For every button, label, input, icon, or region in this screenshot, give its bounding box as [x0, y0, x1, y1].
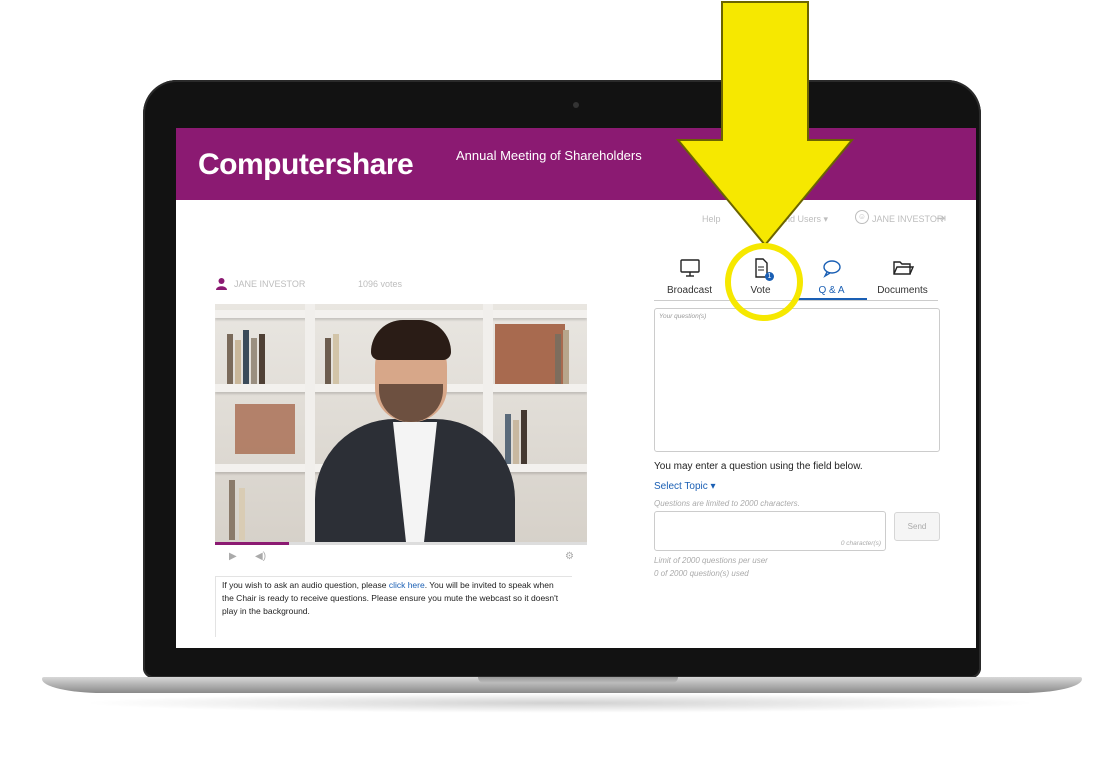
tab-broadcast[interactable]: Broadcast [654, 256, 725, 300]
logout-icon[interactable]: ⇥ [936, 211, 946, 225]
video-progress-fill [215, 542, 290, 545]
audio-question-note: If you wish to ask an audio question, pl… [215, 576, 572, 637]
highlight-circle [725, 243, 803, 321]
shelf [215, 310, 587, 318]
audio-note-text: If you wish to ask an audio question, pl… [222, 580, 389, 590]
user-name[interactable]: JANE INVESTOR [872, 214, 943, 224]
tab-label: Q & A [818, 285, 845, 296]
video-controls: ▶ ◀) ⚙ [215, 548, 587, 566]
book [325, 338, 331, 384]
book [505, 414, 511, 464]
tab-documents[interactable]: Documents [867, 256, 938, 300]
webcast-video[interactable] [215, 304, 587, 544]
book [259, 334, 265, 384]
question-input[interactable]: 0 character(s) [654, 511, 886, 551]
play-icon[interactable]: ▶ [229, 551, 237, 562]
settings-icon[interactable]: ⚙ [565, 551, 574, 562]
select-topic-dropdown[interactable]: Select Topic ▾ [654, 481, 716, 492]
book [227, 334, 233, 384]
votes-count: 1096 votes [358, 279, 403, 289]
click-here-link[interactable]: click here [389, 580, 425, 590]
book [555, 334, 561, 384]
meeting-title: Annual Meeting of Shareholders [456, 148, 642, 163]
book [563, 330, 569, 384]
person-icon [216, 278, 227, 290]
brick-wall [235, 404, 295, 454]
book [513, 420, 519, 464]
tab-qa[interactable]: Q & A [796, 256, 867, 300]
tab-label: Documents [877, 285, 928, 296]
char-counter: 0 character(s) [840, 540, 881, 547]
presenter-name: JANE INVESTOR [234, 279, 306, 289]
book [229, 480, 235, 540]
questions-placeholder: Your question(s) [659, 313, 707, 320]
questions-list: Your question(s) [654, 308, 940, 452]
laptop-shadow [80, 693, 1040, 713]
book [239, 488, 245, 540]
book [235, 340, 241, 384]
book [521, 410, 527, 464]
video-progress-bar[interactable] [215, 542, 587, 545]
send-button[interactable]: Send [894, 512, 940, 541]
char-limit-note: Questions are limited to 2000 characters… [654, 499, 800, 508]
tab-label: Broadcast [666, 285, 713, 296]
computershare-logo: Computershare [198, 148, 414, 181]
entry-hint: You may enter a question using the field… [654, 461, 863, 472]
shelf [305, 304, 315, 544]
active-tab-indicator [796, 298, 867, 300]
monitor-icon [679, 259, 700, 277]
laptop-notch [478, 677, 678, 683]
book [251, 338, 257, 384]
volume-icon[interactable]: ◀) [255, 551, 266, 562]
book [243, 330, 249, 384]
folder-icon [892, 261, 914, 275]
yellow-arrow-icon [675, 1, 855, 247]
speech-bubble-icon [822, 260, 841, 278]
book [333, 334, 339, 384]
camera-icon [573, 102, 579, 108]
used-count: 0 of 2000 question(s) used [654, 569, 749, 578]
limit-per-user: Limit of 2000 questions per user [654, 556, 768, 565]
